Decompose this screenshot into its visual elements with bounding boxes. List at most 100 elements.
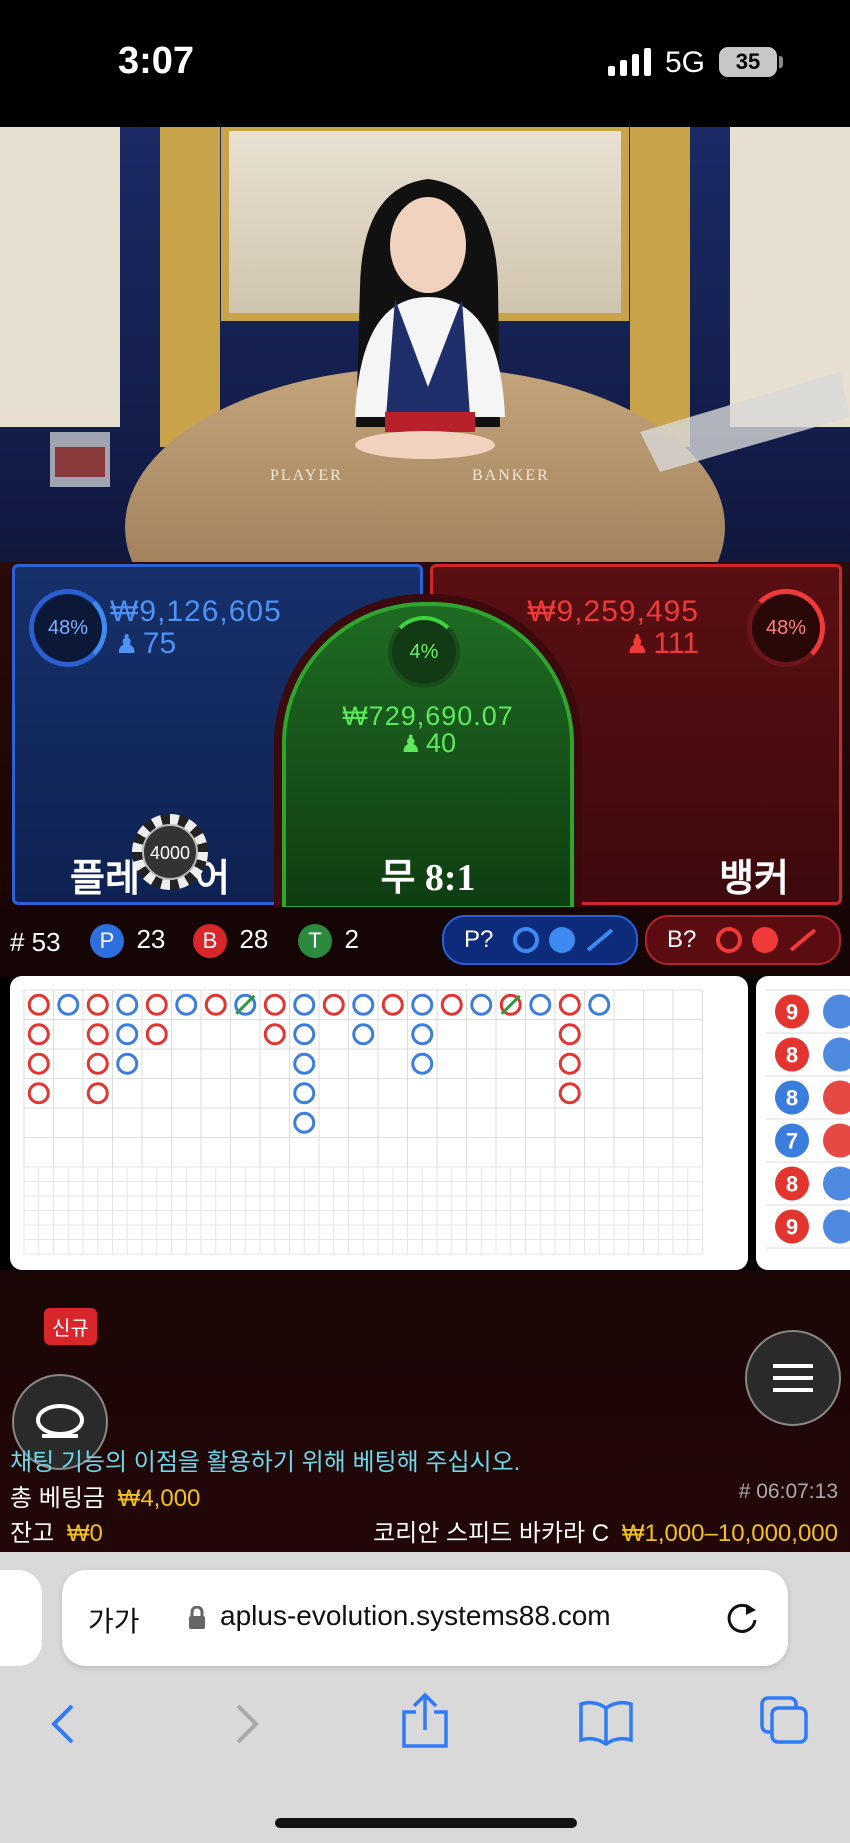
tie-bet-spot[interactable]: 4% ₩729,690.07 ♟ 40 무 8:1 — [282, 602, 574, 910]
big-road-mark — [204, 993, 227, 1016]
previous-tab-edge[interactable] — [0, 1570, 42, 1666]
total-bet-label: 총 베팅금 — [10, 1485, 105, 1512]
chip[interactable]: 4000 — [132, 814, 208, 890]
big-road — [23, 989, 703, 1255]
status-bar: 3:07 5G 35 — [0, 0, 850, 127]
total-bet: 총 베팅금 ₩4,000 — [10, 1478, 200, 1513]
bead-value: 8 — [786, 1043, 798, 1068]
big-road-mark — [558, 1052, 581, 1075]
lock-icon — [189, 1606, 205, 1629]
live-video: PLAYER BANKER — [0, 127, 850, 562]
banker-predict-label: B? — [667, 926, 697, 953]
player-predict-button[interactable]: P? — [442, 915, 638, 965]
back-icon[interactable] — [44, 1700, 80, 1748]
home-indicator — [275, 1818, 577, 1828]
tabs-icon[interactable] — [758, 1694, 810, 1746]
big-road-mark — [116, 1023, 139, 1046]
browser-toolbar: 가가 aplus-evolution.systems88.com — [0, 1552, 850, 1843]
bookmarks-icon[interactable] — [578, 1698, 634, 1746]
hamburger-icon — [773, 1364, 813, 1392]
battery-tip — [779, 56, 783, 68]
stats-bar: # 53 P 23 B 28 T 2 P? B? — [0, 907, 850, 977]
bead-mark-partial — [823, 1209, 850, 1244]
bead-mark-partial — [823, 994, 850, 1029]
bead-value: 9 — [786, 1000, 798, 1025]
big-road-mark — [529, 993, 552, 1016]
big-road-mark — [116, 993, 139, 1016]
big-road-mark — [558, 993, 581, 1016]
big-road-mark — [293, 993, 316, 1016]
signal-icon — [608, 48, 651, 76]
big-road-mark — [263, 993, 286, 1016]
big-road-mark — [352, 993, 375, 1016]
text-size-button[interactable]: 가가 — [88, 1600, 140, 1640]
banker-predict-icons — [716, 927, 817, 953]
banker-wins: B 28 — [193, 924, 268, 958]
big-road-mark — [86, 1052, 109, 1075]
banker-count: 111 — [653, 627, 699, 660]
player-predict-icons — [513, 927, 614, 953]
big-road-mark — [27, 1023, 50, 1046]
person-icon: ♟ — [399, 731, 422, 758]
bead-value: 8 — [786, 1172, 798, 1197]
banker-label: 뱅커 — [719, 858, 789, 900]
table-info: 코리안 스피드 바카라 C ₩1,000–10,000,000 — [373, 1513, 838, 1548]
player-wins: P 23 — [90, 924, 165, 958]
table-name: 코리안 스피드 바카라 C — [373, 1520, 610, 1547]
big-road-mark — [145, 993, 168, 1016]
tie-count: 40 — [425, 728, 456, 758]
banker-wins-count: 28 — [239, 924, 269, 954]
tie-wins-count: 2 — [344, 924, 359, 954]
chat-notice: 채팅 기능의 이점을 활용하기 위해 베팅해 주십시오. — [10, 1449, 521, 1476]
bead-mark-partial — [823, 1166, 850, 1201]
big-road-mark — [175, 993, 198, 1016]
chip-value: 4000 — [142, 824, 198, 880]
round-count: # 53 — [10, 927, 61, 957]
roadmap-board[interactable] — [10, 976, 748, 1270]
bead-value: 9 — [786, 1215, 798, 1240]
tie-count-row: ♟ 40 — [286, 728, 570, 759]
big-road-mark — [57, 993, 80, 1016]
bead-road[interactable]: 9 8 8 7 8 9 — [756, 976, 850, 1270]
person-icon: ♟ — [115, 629, 139, 659]
new-badge: 신규 — [44, 1308, 97, 1345]
player-count: 75 — [142, 627, 177, 660]
battery-icon: 35 — [719, 47, 777, 77]
big-road-mark — [27, 1052, 50, 1075]
big-road-mark — [322, 993, 345, 1016]
big-road-mark — [293, 1082, 316, 1105]
round-id: # 06:07:13 — [738, 1480, 838, 1503]
bead-value: 7 — [786, 1129, 798, 1154]
big-road-mark — [145, 1023, 168, 1046]
big-road-mark — [411, 1023, 434, 1046]
banker-badge: B — [193, 924, 227, 958]
bead-mark-partial — [823, 1080, 850, 1115]
balance: 잔고 ₩0 — [10, 1513, 103, 1548]
big-road-mark — [588, 993, 611, 1016]
forward-icon[interactable] — [228, 1700, 264, 1748]
banker-amount: ₩9,259,495 — [527, 595, 699, 628]
bottom-panel: 신규 채팅 기능의 이점을 활용하기 위해 베팅해 주십시오. 총 베팅금 ₩4… — [0, 1270, 850, 1552]
bead-mark-partial — [823, 1123, 850, 1158]
player-amount: ₩9,126,605 — [110, 595, 282, 628]
big-road-mark — [27, 1082, 50, 1105]
url-text: aplus-evolution.systems88.com — [220, 1600, 611, 1631]
big-road-mark — [86, 993, 109, 1016]
bead-road-grid: 9 8 8 7 8 9 — [766, 989, 850, 1249]
person-icon: ♟ — [625, 629, 649, 659]
tie-wins: T 2 — [298, 924, 359, 958]
share-icon[interactable] — [400, 1692, 450, 1750]
reload-icon[interactable] — [724, 1600, 760, 1636]
address-bar[interactable]: 가가 aplus-evolution.systems88.com — [62, 1570, 788, 1666]
total-bet-value: ₩4,000 — [117, 1485, 201, 1512]
tie-badge: T — [298, 924, 332, 958]
banker-predict-button[interactable]: B? — [645, 915, 841, 965]
banker-percent: 48% — [747, 589, 825, 667]
table-text-banker: BANKER — [472, 467, 550, 484]
big-road-mark — [116, 1052, 139, 1075]
big-road-mark — [263, 1023, 286, 1046]
player-percent: 48% — [29, 589, 107, 667]
bead-value: 8 — [786, 1086, 798, 1111]
big-road-mark — [411, 1052, 434, 1075]
menu-button[interactable] — [745, 1330, 841, 1426]
